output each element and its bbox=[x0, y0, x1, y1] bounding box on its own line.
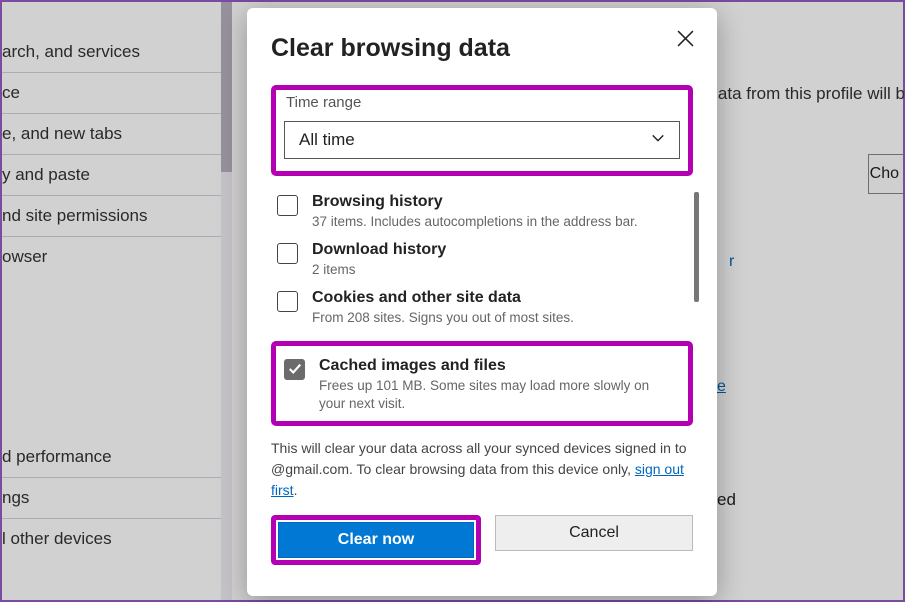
data-types-list: Browsing history 37 items. Includes auto… bbox=[271, 188, 693, 426]
data-type-row[interactable]: Cached images and files Frees up 101 MB.… bbox=[278, 352, 686, 413]
scrollbar-track[interactable] bbox=[221, 2, 232, 600]
dialog-title: Clear browsing data bbox=[271, 34, 693, 63]
dialog-buttons: Clear now Cancel bbox=[271, 515, 693, 565]
checkbox-browsing-history[interactable] bbox=[277, 195, 298, 216]
checkbox-cookies[interactable] bbox=[277, 291, 298, 312]
clear-browsing-data-dialog: Clear browsing data Time range All time … bbox=[247, 8, 717, 596]
sidebar-item[interactable]: l other devices bbox=[2, 519, 222, 559]
item-title: Download history bbox=[312, 241, 677, 259]
highlight-cached-images: Cached images and files Frees up 101 MB.… bbox=[271, 341, 693, 426]
item-title: Cached images and files bbox=[319, 357, 670, 375]
highlight-clear-now: Clear now bbox=[271, 515, 481, 565]
data-type-row[interactable]: Cookies and other site data From 208 sit… bbox=[271, 284, 693, 332]
item-desc: 37 items. Includes autocompletions in th… bbox=[312, 213, 677, 231]
time-range-select[interactable]: All time bbox=[284, 121, 680, 159]
scrollbar-thumb[interactable] bbox=[221, 2, 232, 172]
data-type-row[interactable]: Browsing history 37 items. Includes auto… bbox=[271, 188, 693, 236]
link-fragment[interactable]: e bbox=[717, 378, 726, 396]
item-desc: 2 items bbox=[312, 261, 677, 279]
text-fragment: ed bbox=[717, 490, 736, 510]
time-range-label: Time range bbox=[284, 94, 680, 111]
chevron-down-icon bbox=[651, 130, 665, 150]
list-scrollbar[interactable] bbox=[694, 192, 699, 302]
choose-button[interactable]: Cho bbox=[868, 154, 903, 194]
checkbox-download-history[interactable] bbox=[277, 243, 298, 264]
sync-note: This will clear your data across all you… bbox=[271, 438, 693, 501]
sidebar-item[interactable]: ngs bbox=[2, 478, 222, 519]
close-icon[interactable] bbox=[673, 26, 697, 50]
data-type-row[interactable]: Download history 2 items bbox=[271, 236, 693, 284]
item-desc: Frees up 101 MB. Some sites may load mor… bbox=[319, 377, 670, 413]
item-title: Browsing history bbox=[312, 193, 677, 211]
cancel-button[interactable]: Cancel bbox=[495, 515, 693, 551]
sidebar-item[interactable]: y and paste bbox=[2, 155, 222, 196]
sidebar-item[interactable]: ce bbox=[2, 73, 222, 114]
settings-sidebar: arch, and services ce e, and new tabs y … bbox=[2, 12, 222, 600]
sidebar-item[interactable]: owser bbox=[2, 237, 222, 277]
profile-data-note: data from this profile will b bbox=[708, 84, 905, 104]
sidebar-item[interactable]: e, and new tabs bbox=[2, 114, 222, 155]
sidebar-item[interactable]: arch, and services bbox=[2, 32, 222, 73]
highlight-time-range: Time range All time bbox=[271, 85, 693, 176]
time-range-value: All time bbox=[299, 130, 355, 150]
sidebar-item[interactable]: d performance bbox=[2, 437, 222, 478]
clear-now-button[interactable]: Clear now bbox=[278, 522, 474, 558]
checkbox-cached-images[interactable] bbox=[284, 359, 305, 380]
link-fragment[interactable]: r bbox=[729, 253, 734, 271]
item-title: Cookies and other site data bbox=[312, 289, 677, 307]
item-desc: From 208 sites. Signs you out of most si… bbox=[312, 309, 677, 327]
sidebar-item[interactable]: nd site permissions bbox=[2, 196, 222, 237]
